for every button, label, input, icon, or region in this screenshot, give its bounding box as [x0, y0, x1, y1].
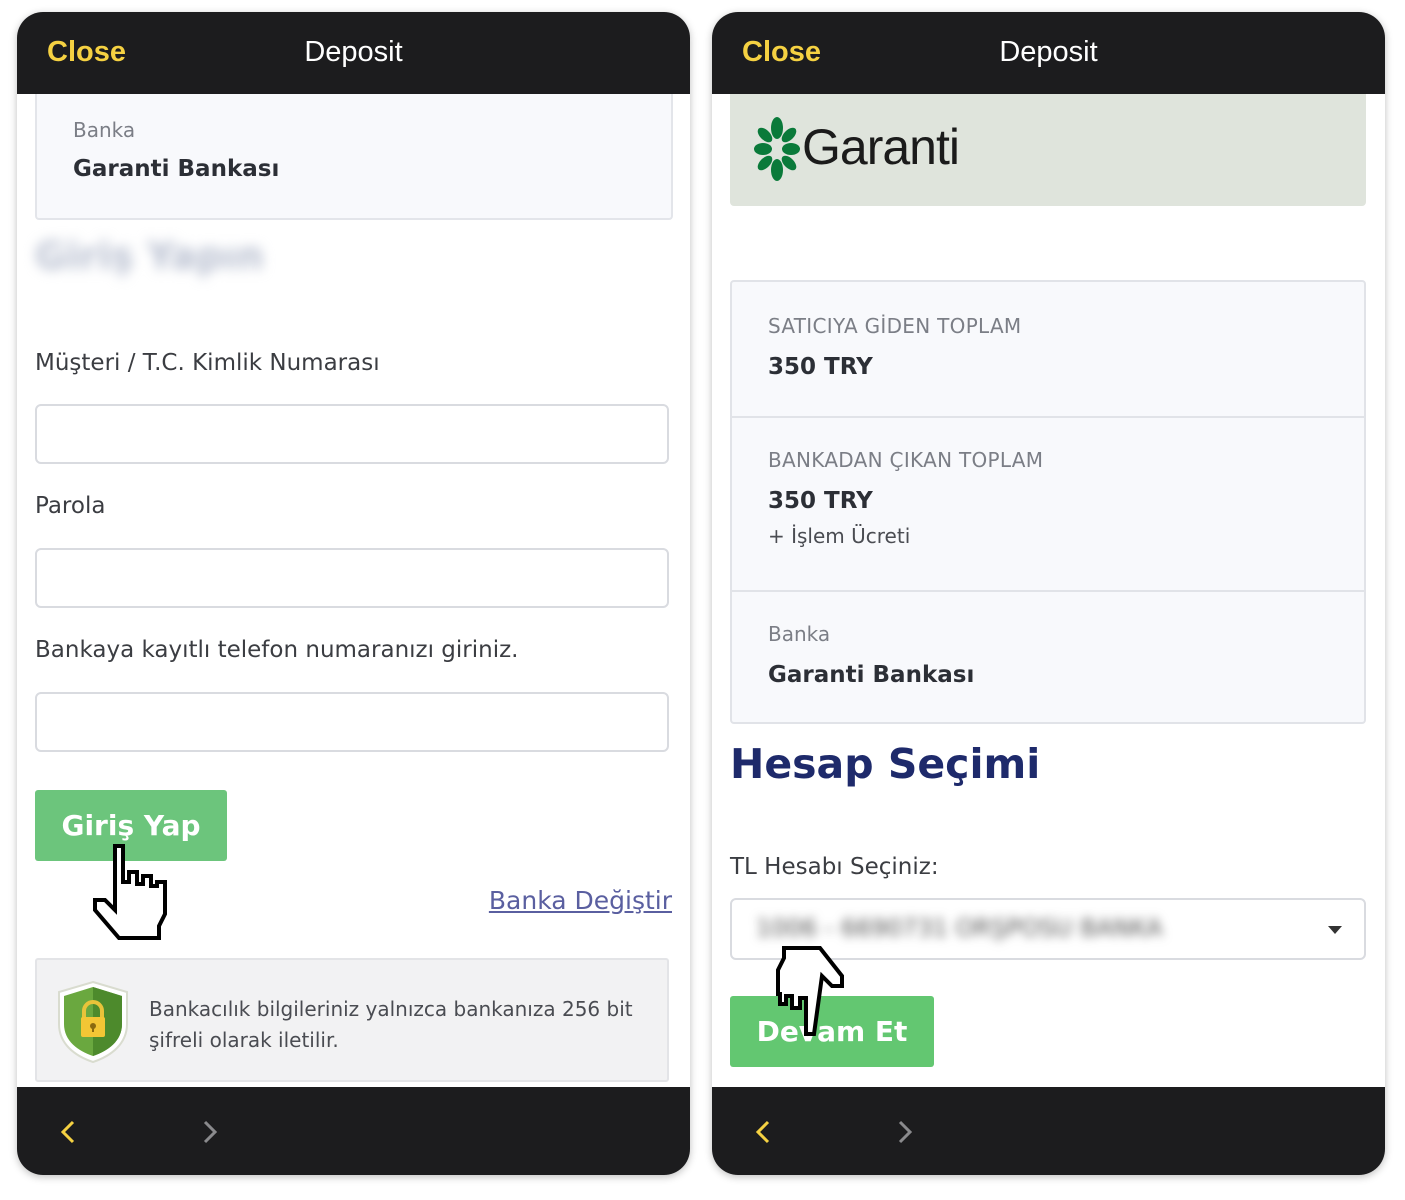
- deposit-content: Garanti SATICIYA GİDEN TOPLAM 350 TRY BA…: [712, 94, 1385, 1087]
- bottom-nav-bar: [712, 1087, 1385, 1175]
- bank-logo-text: Garanti: [802, 119, 960, 175]
- password-label: Parola: [35, 493, 106, 519]
- phone-input[interactable]: [35, 692, 669, 752]
- security-notice: Bankacılık bilgileriniz yalnızca bankanı…: [35, 958, 669, 1082]
- chevron-right-icon[interactable]: [892, 1120, 916, 1144]
- top-bar: Close Deposit: [712, 12, 1385, 94]
- phone-screen-right: Close Deposit Garanti SATICIYA GİDEN TOP…: [712, 12, 1385, 1175]
- garanti-clover-logo: [754, 117, 800, 181]
- chevron-down-icon: [1328, 926, 1342, 934]
- top-bar: Close Deposit: [17, 12, 690, 94]
- bank-total-row: BANKADAN ÇIKAN TOPLAM 350 TRY + İşlem Üc…: [732, 416, 1364, 592]
- hand-pointer-icon: [776, 946, 844, 1036]
- bank-value: Garanti Bankası: [73, 156, 280, 182]
- phone-screen-left: Close Deposit Banka Garanti Bankası Giri…: [17, 12, 690, 1175]
- page-title: Deposit: [304, 36, 403, 68]
- account-select-label: TL Hesabı Seçiniz:: [730, 854, 939, 880]
- bank-logo-banner: Garanti: [730, 94, 1366, 206]
- page-title: Deposit: [999, 36, 1098, 68]
- bank-value: Garanti Bankası: [768, 662, 975, 688]
- change-bank-link[interactable]: Banka Değiştir: [489, 886, 672, 915]
- bottom-nav-bar: [17, 1087, 690, 1175]
- merchant-total-value: 350 TRY: [768, 354, 873, 380]
- deposit-content: Banka Garanti Bankası Giriş Yapın Müşter…: [17, 94, 690, 1087]
- chevron-left-icon[interactable]: [57, 1120, 81, 1144]
- password-input[interactable]: [35, 548, 669, 608]
- bank-total-value: 350 TRY: [768, 488, 873, 514]
- selected-bank-card: Banka Garanti Bankası: [35, 94, 673, 220]
- hand-pointer-icon: [93, 844, 167, 940]
- bank-row: Banka Garanti Bankası: [732, 590, 1364, 722]
- shield-lock-icon: [58, 980, 128, 1064]
- bank-label: Banka: [73, 118, 136, 142]
- fee-note: + İşlem Ücreti: [768, 524, 911, 548]
- customer-id-input[interactable]: [35, 404, 669, 464]
- security-text: Bankacılık bilgileriniz yalnızca bankanı…: [149, 997, 633, 1052]
- login-heading: Giriş Yapın: [35, 234, 264, 278]
- phone-label: Bankaya kayıtlı telefon numaranızı girin…: [35, 637, 519, 663]
- bank-total-label: BANKADAN ÇIKAN TOPLAM: [768, 448, 1044, 472]
- chevron-left-icon[interactable]: [752, 1120, 776, 1144]
- chevron-right-icon[interactable]: [197, 1120, 221, 1144]
- customer-id-label: Müşteri / T.C. Kimlik Numarası: [35, 350, 380, 376]
- merchant-total-label: SATICIYA GİDEN TOPLAM: [768, 314, 1022, 338]
- account-selection-heading: Hesap Seçimi: [730, 740, 1041, 788]
- bank-label: Banka: [768, 622, 831, 646]
- merchant-total-row: SATICIYA GİDEN TOPLAM 350 TRY: [732, 282, 1364, 418]
- payment-summary-card: SATICIYA GİDEN TOPLAM 350 TRY BANKADAN Ç…: [730, 280, 1366, 724]
